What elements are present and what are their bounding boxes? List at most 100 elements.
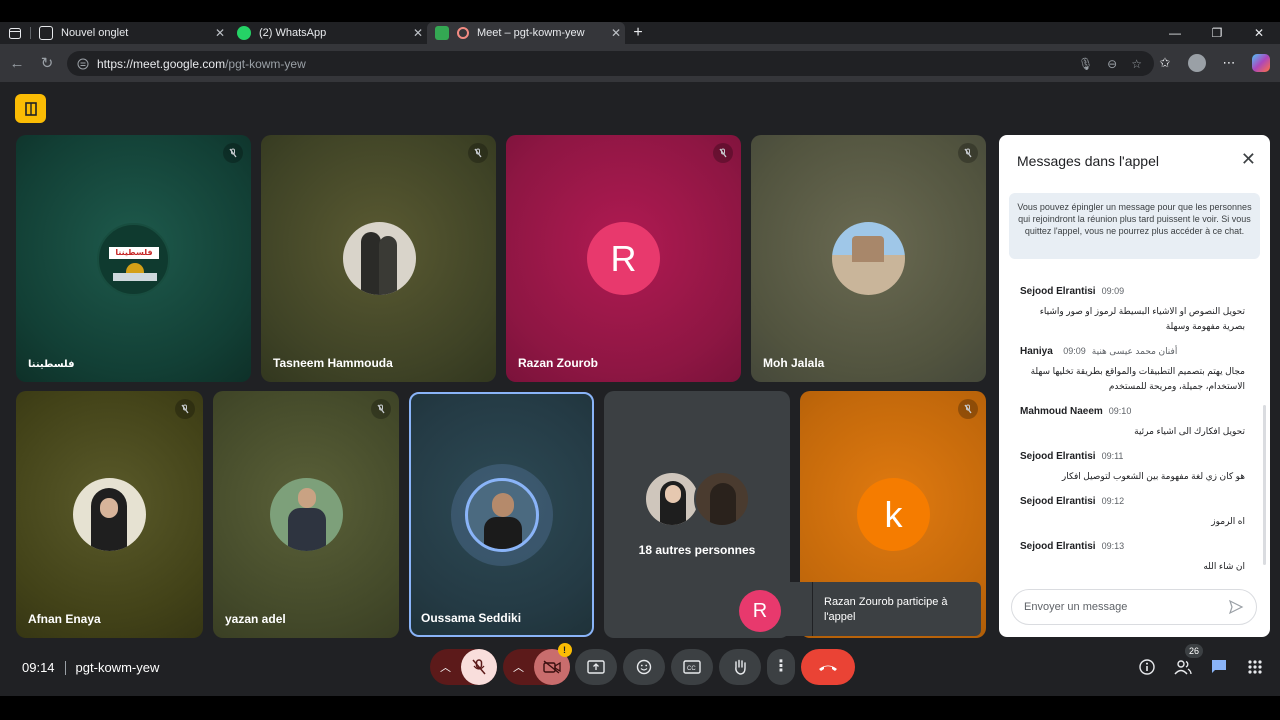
tab-meet[interactable]: Meet – pgt-kowm-yew ✕ (427, 22, 625, 44)
minimize-icon[interactable]: — (1154, 22, 1196, 44)
message-input[interactable]: Envoyer un message (1011, 589, 1257, 625)
message-sender: Sejood Elrantisi (1020, 541, 1096, 552)
send-icon[interactable] (1228, 599, 1244, 618)
notification-text: Razan Zourob participe à l'appel (824, 596, 948, 623)
chat-panel: Messages dans l'appel ✕ Vous pouvez épin… (999, 135, 1270, 637)
participant-tile[interactable]: Afnan Enaya (16, 391, 203, 638)
join-notification: R Razan Zourob participe à l'appel (710, 582, 981, 636)
participant-tile-speaking[interactable]: Oussama Seddiki (409, 392, 594, 637)
divider (64, 660, 66, 675)
meeting-code: pgt-kowm-yew (75, 660, 160, 675)
tab-label: Meet – pgt-kowm-yew (477, 27, 585, 39)
more-options-button[interactable]: ⋮ (767, 649, 795, 685)
participant-tile[interactable]: R Razan Zourob (506, 135, 741, 382)
participant-tile[interactable]: Tasneem Hammouda (261, 135, 496, 382)
camera-options-button[interactable]: ︿ (504, 659, 534, 675)
window-close-icon[interactable]: ✕ (1238, 22, 1280, 44)
close-icon[interactable]: ✕ (409, 26, 427, 40)
message-input-placeholder: Envoyer un message (1024, 601, 1128, 613)
muted-mic-icon (713, 143, 733, 163)
emoji-icon (636, 659, 652, 675)
participant-tile[interactable]: yazan adel (213, 391, 399, 638)
message-text: مجال يهتم بتصميم التطبيقات والمواقع بطري… (1030, 366, 1245, 391)
svg-text:CC: CC (687, 666, 696, 672)
meet-icon (435, 26, 449, 40)
chat-scrollbar[interactable] (1263, 405, 1266, 565)
tab-new[interactable]: Nouvel onglet ✕ (31, 22, 229, 44)
present-screen-icon (587, 660, 605, 674)
window-controls: — ❐ ✕ (1154, 22, 1280, 44)
meeting-info-logo[interactable] (15, 94, 46, 123)
chat-button[interactable] (1206, 654, 1232, 680)
chat-message: Sejood Elrantisi 09:12 اه الرموز (1020, 491, 1245, 529)
message-text: تحويل النصوص او الاشياء البسيطة لرموز او… (1039, 306, 1245, 331)
avatar (644, 471, 700, 527)
camera-toggle-button[interactable]: ! (533, 643, 572, 685)
url-text: https://meet.google.com/pgt-kowm-yew (97, 57, 1078, 71)
profile-avatar[interactable] (1186, 52, 1208, 74)
raise-hand-button[interactable] (719, 649, 761, 685)
close-icon[interactable]: ✕ (211, 26, 229, 40)
reactions-button[interactable] (623, 649, 665, 685)
bookmark-star-icon[interactable]: ☆ (1131, 57, 1142, 71)
activities-button[interactable] (1242, 654, 1268, 680)
captions-button[interactable]: CC (671, 649, 713, 685)
muted-mic-icon (468, 143, 488, 163)
zoom-icon[interactable]: ⊖ (1107, 57, 1117, 71)
people-button[interactable] (1170, 654, 1196, 680)
avatar: k (857, 478, 930, 551)
participant-tile[interactable]: Moh Jalala (751, 135, 986, 382)
tab-actions-button[interactable] (0, 22, 30, 44)
participant-name: yazan adel (225, 612, 286, 626)
mic-options-button[interactable]: ︿ (431, 659, 461, 675)
muted-mic-icon (371, 399, 391, 419)
divider (812, 582, 813, 636)
meet-area: فلسطيننا فلسطيننا Tasneem Hammouda R Raz… (0, 82, 1280, 696)
address-row: ← ↻ https://meet.google.com/pgt-kowm-yew… (0, 44, 1280, 82)
mic-toggle-button[interactable] (460, 649, 497, 685)
message-text: اه الرموز (1211, 516, 1245, 526)
toolbar-right: ✩ ⋯ (1154, 52, 1272, 74)
muted-mic-icon (958, 399, 978, 419)
avatar: R (739, 590, 781, 632)
copilot-icon[interactable] (1250, 52, 1272, 74)
avatar (465, 478, 539, 552)
favorites-icon[interactable]: ✩ (1154, 52, 1176, 74)
tab-whatsapp[interactable]: (2) WhatsApp ✕ (229, 22, 427, 44)
leave-call-button[interactable] (801, 649, 855, 685)
url-path: /pgt-kowm-yew (225, 56, 306, 71)
more-menu-icon[interactable]: ⋯ (1218, 52, 1240, 74)
omnibox-icons: 🎙 ⊖ ☆ (1078, 57, 1142, 71)
new-tab-button[interactable]: + (625, 24, 651, 42)
present-button[interactable] (575, 649, 617, 685)
avatar (270, 478, 343, 551)
avatar-initial: k (884, 493, 903, 535)
participant-name: Razan Zourob (518, 356, 598, 370)
participant-tile[interactable]: فلسطيننا فلسطيننا (16, 135, 251, 382)
microphone-icon[interactable]: 🎙 (1078, 57, 1093, 71)
meeting-details: 09:14 pgt-kowm-yew (22, 660, 159, 675)
meeting-info-button[interactable] (1134, 654, 1160, 680)
address-bar[interactable]: https://meet.google.com/pgt-kowm-yew 🎙 ⊖… (67, 51, 1154, 76)
top-black-band (0, 0, 1280, 22)
close-icon[interactable]: ✕ (1241, 149, 1256, 170)
muted-mic-icon (958, 143, 978, 163)
back-button[interactable]: ← (2, 48, 32, 78)
new-tab-icon (39, 26, 53, 40)
site-info-icon[interactable] (77, 58, 89, 70)
captions-icon: CC (683, 660, 701, 674)
close-icon[interactable]: ✕ (607, 26, 625, 40)
camera-warning-badge: ! (557, 643, 572, 657)
message-time: 09:13 (1101, 541, 1125, 551)
avatar (832, 222, 905, 295)
avatar-initial: R (610, 237, 637, 279)
message-sender: Haniya (1020, 346, 1053, 357)
message-text: هو كان زي لغة مفهومة بين الشعوب لتوصيل ا… (1061, 471, 1245, 481)
message-sender-extra: أفنان محمد عيسى هنية (1091, 346, 1178, 356)
others-count-label: 18 autres personnes (638, 543, 756, 557)
reload-button[interactable]: ↻ (32, 48, 62, 78)
avatar-badge-text: فلسطيننا (115, 248, 153, 257)
maximize-icon[interactable]: ❐ (1196, 22, 1238, 44)
camera-control-group: ︿ ! (503, 643, 572, 685)
message-time: 09:11 (1101, 451, 1124, 461)
